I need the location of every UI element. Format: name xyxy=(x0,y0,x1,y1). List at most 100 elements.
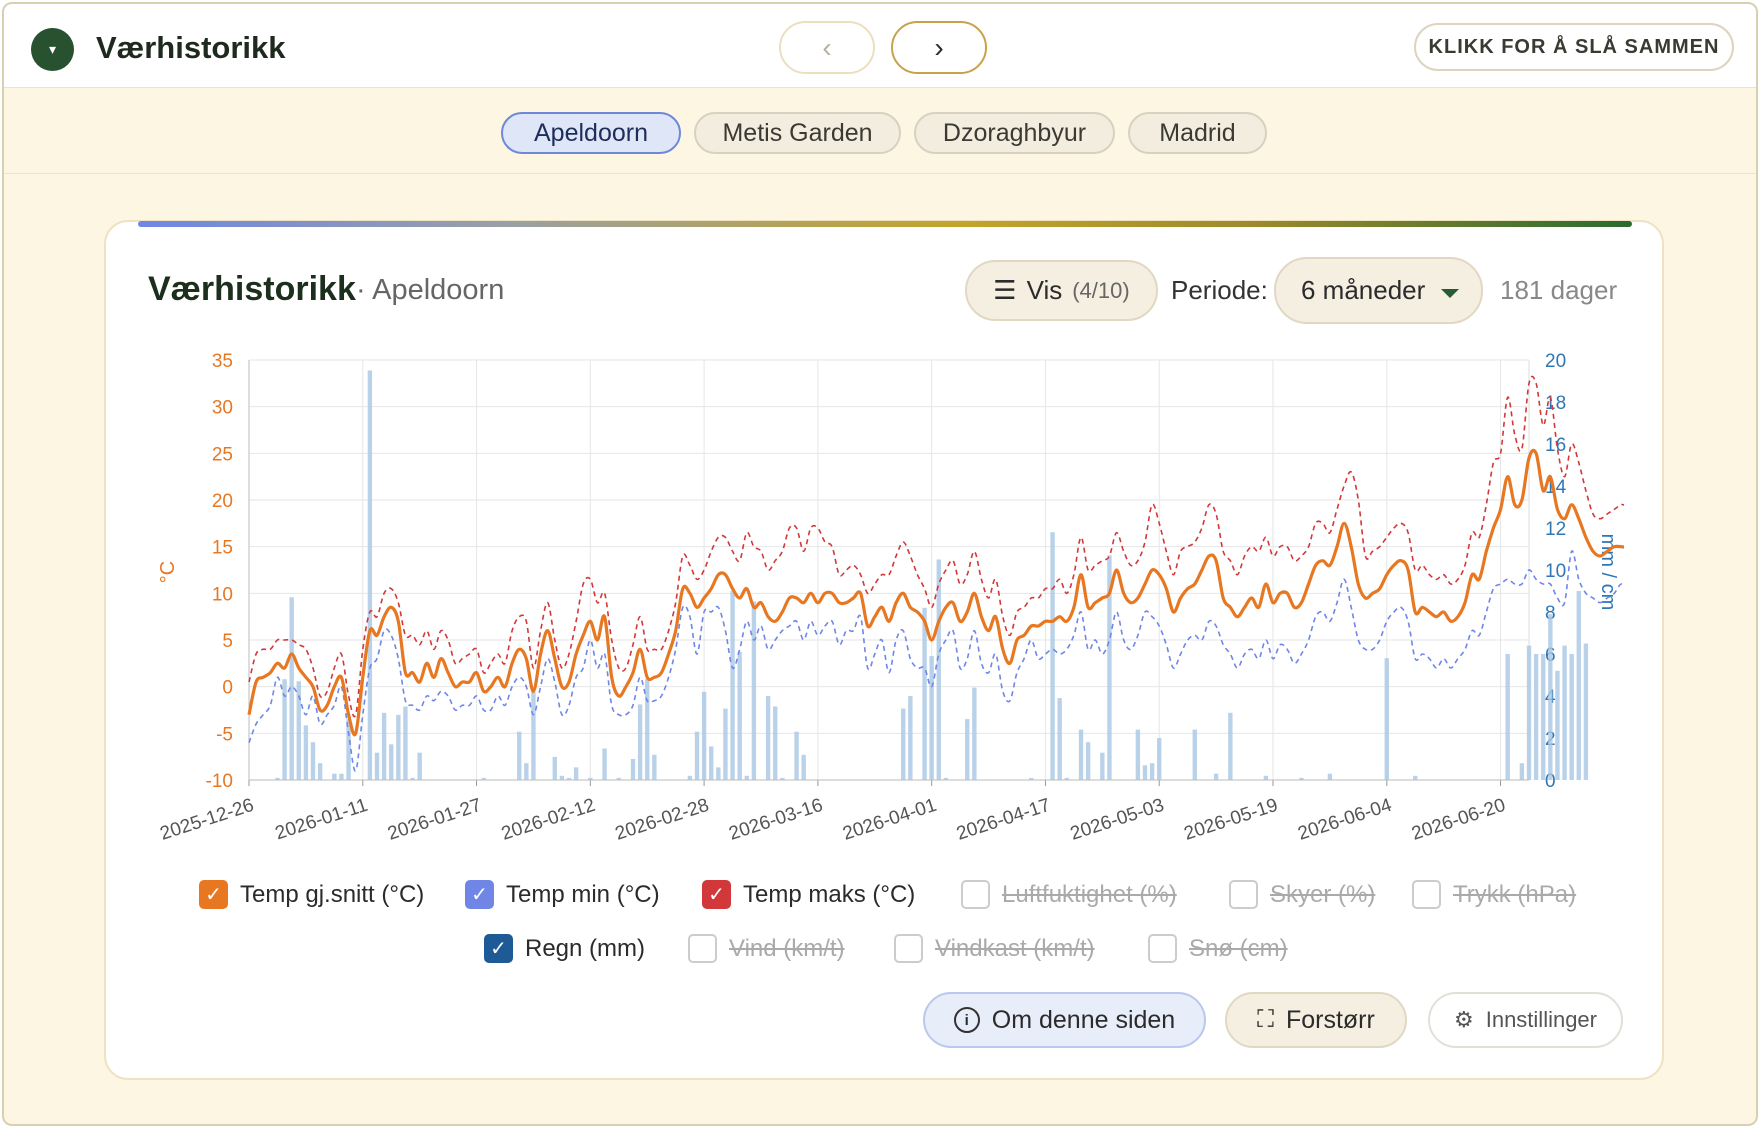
next-button[interactable]: › xyxy=(891,21,987,74)
rain-bar xyxy=(303,725,309,780)
y-left-tick-label: 10 xyxy=(212,584,233,605)
series-visibility-button[interactable]: ☰ Vis (4/10) xyxy=(965,260,1158,321)
expand-button[interactable]: ⛶ Forstørr xyxy=(1225,992,1407,1048)
checkbox-unchecked-icon[interactable] xyxy=(961,880,990,909)
gear-icon: ⚙ xyxy=(1453,1007,1474,1032)
rain-bar xyxy=(566,777,572,780)
checkbox-checked-icon[interactable]: ✓ xyxy=(199,880,228,909)
rain-bar xyxy=(1213,773,1219,780)
rain-bar xyxy=(922,607,927,780)
x-tick-label: 2026-02-28 xyxy=(613,795,712,845)
rain-bar xyxy=(531,691,536,780)
checkbox-unchecked-icon[interactable] xyxy=(1412,880,1441,909)
x-tick-label: 2026-02-12 xyxy=(499,795,598,845)
vis-label: Vis xyxy=(1026,275,1063,305)
legend-item[interactable]: Skyer (%) xyxy=(1229,880,1375,909)
merge-button[interactable]: KLIKK FOR Å SLÅ SAMMEN xyxy=(1414,23,1734,71)
y-left-tick-label: 30 xyxy=(212,398,233,419)
rain-bar xyxy=(943,777,949,780)
rain-bar xyxy=(701,691,707,780)
previous-button[interactable]: ‹ xyxy=(779,21,875,74)
y-right-tick-label: 20 xyxy=(1545,351,1566,372)
checkbox-checked-icon[interactable]: ✓ xyxy=(465,880,494,909)
x-tick-label: 2026-05-19 xyxy=(1182,795,1281,845)
legend-label: Trykk (hPa) xyxy=(1453,880,1577,908)
rain-bar xyxy=(616,777,621,780)
rain-bar xyxy=(936,559,941,780)
rain-bar xyxy=(780,777,785,780)
legend-label: Snø (cm) xyxy=(1189,934,1288,962)
legend-item[interactable]: ✓ Temp gj.snitt (°C) xyxy=(199,880,424,909)
legend-label: Vind (km/t) xyxy=(729,934,845,962)
rain-bar xyxy=(1050,532,1055,780)
tab-apeldoorn[interactable]: Apeldoorn xyxy=(501,112,681,154)
rain-bar xyxy=(374,752,380,780)
rain-bar xyxy=(573,767,579,780)
settings-label: Innstillinger xyxy=(1485,1007,1597,1032)
rain-bar xyxy=(1541,654,1546,780)
y-right-tick-label: 10 xyxy=(1545,561,1566,582)
expand-label: Forstørr xyxy=(1285,1005,1375,1034)
legend-item[interactable]: ✓ Temp min (°C) xyxy=(465,880,660,909)
rain-bar xyxy=(1064,777,1069,780)
y-right-tick-label: 18 xyxy=(1545,393,1566,414)
caret-down-icon xyxy=(1441,289,1459,298)
chevron-left-icon: ‹ xyxy=(822,31,832,63)
settings-button[interactable]: ⚙ Innstillinger xyxy=(1428,992,1623,1048)
legend-item[interactable]: Vind (km/t) xyxy=(688,934,845,963)
checkbox-unchecked-icon[interactable] xyxy=(1148,934,1177,963)
checkbox-unchecked-icon[interactable] xyxy=(894,934,923,963)
legend-item[interactable]: ✓ Regn (mm) xyxy=(484,934,645,963)
legend-item[interactable]: Luftfuktighet (%) xyxy=(961,880,1177,909)
rain-bar xyxy=(559,775,565,780)
tab-metis-garden[interactable]: Metis Garden xyxy=(694,112,901,154)
rain-bar xyxy=(929,656,934,780)
rain-bar xyxy=(1192,729,1197,780)
rain-bar xyxy=(1583,643,1589,780)
legend-label: Skyer (%) xyxy=(1270,880,1376,908)
checkbox-checked-icon[interactable]: ✓ xyxy=(484,934,513,963)
rain-bar xyxy=(396,714,401,780)
tab-madrid[interactable]: Madrid xyxy=(1128,112,1267,154)
app-title: Værhistorikk xyxy=(96,30,286,65)
checkbox-unchecked-icon[interactable] xyxy=(1229,880,1258,909)
rain-bar xyxy=(709,746,714,780)
y-left-tick-label: -10 xyxy=(206,771,233,792)
rain-bar xyxy=(552,756,557,780)
top-bar: ▾ Værhistorikk ‹ › KLIKK FOR Å SLÅ SAMME… xyxy=(4,4,1756,88)
rain-bar xyxy=(801,754,806,780)
collapse-toggle-icon[interactable]: ▾ xyxy=(31,28,74,71)
rain-bar xyxy=(1299,777,1304,780)
legend-item[interactable]: ✓ Temp maks (°C) xyxy=(702,880,915,909)
y-left-axis-title: °C xyxy=(157,561,179,583)
x-tick-label: 2026-01-11 xyxy=(273,795,371,845)
legend-item[interactable]: Trykk (hPa) xyxy=(1412,880,1576,909)
rain-bar xyxy=(716,767,721,780)
x-tick-label: 2025-12-26 xyxy=(158,795,257,845)
rain-bar xyxy=(1228,712,1233,780)
day-count: 181 dager xyxy=(1500,275,1618,305)
info-icon: i xyxy=(953,1007,980,1033)
legend-label: Temp min (°C) xyxy=(506,880,660,908)
rain-bar xyxy=(381,712,387,780)
rain-bar xyxy=(694,731,700,780)
weather-chart: 35302520151050-5-10201816141210864202025… xyxy=(157,351,1624,845)
chevron-right-icon: › xyxy=(934,31,944,63)
legend-label: Temp maks (°C) xyxy=(743,880,916,908)
checkbox-checked-icon[interactable]: ✓ xyxy=(702,880,731,909)
rain-bar xyxy=(602,748,607,780)
period-select[interactable]: 6 måneder xyxy=(1274,257,1483,324)
rain-bar xyxy=(901,708,906,780)
legend-item[interactable]: Snø (cm) xyxy=(1148,934,1288,963)
y-left-tick-label: 20 xyxy=(212,491,233,512)
legend-item[interactable]: Vindkast (km/t) xyxy=(894,934,1095,963)
tab-dzoraghbyur[interactable]: Dzoraghbyur xyxy=(914,112,1115,154)
x-tick-label: 2026-06-20 xyxy=(1409,795,1508,845)
rain-bar xyxy=(339,773,344,780)
rain-bar xyxy=(1142,765,1148,780)
rain-bar xyxy=(1135,729,1141,780)
checkbox-unchecked-icon[interactable] xyxy=(688,934,717,963)
rain-bar xyxy=(652,754,657,780)
about-page-button[interactable]: i Om denne siden xyxy=(923,992,1206,1048)
rain-bar xyxy=(1263,775,1269,780)
